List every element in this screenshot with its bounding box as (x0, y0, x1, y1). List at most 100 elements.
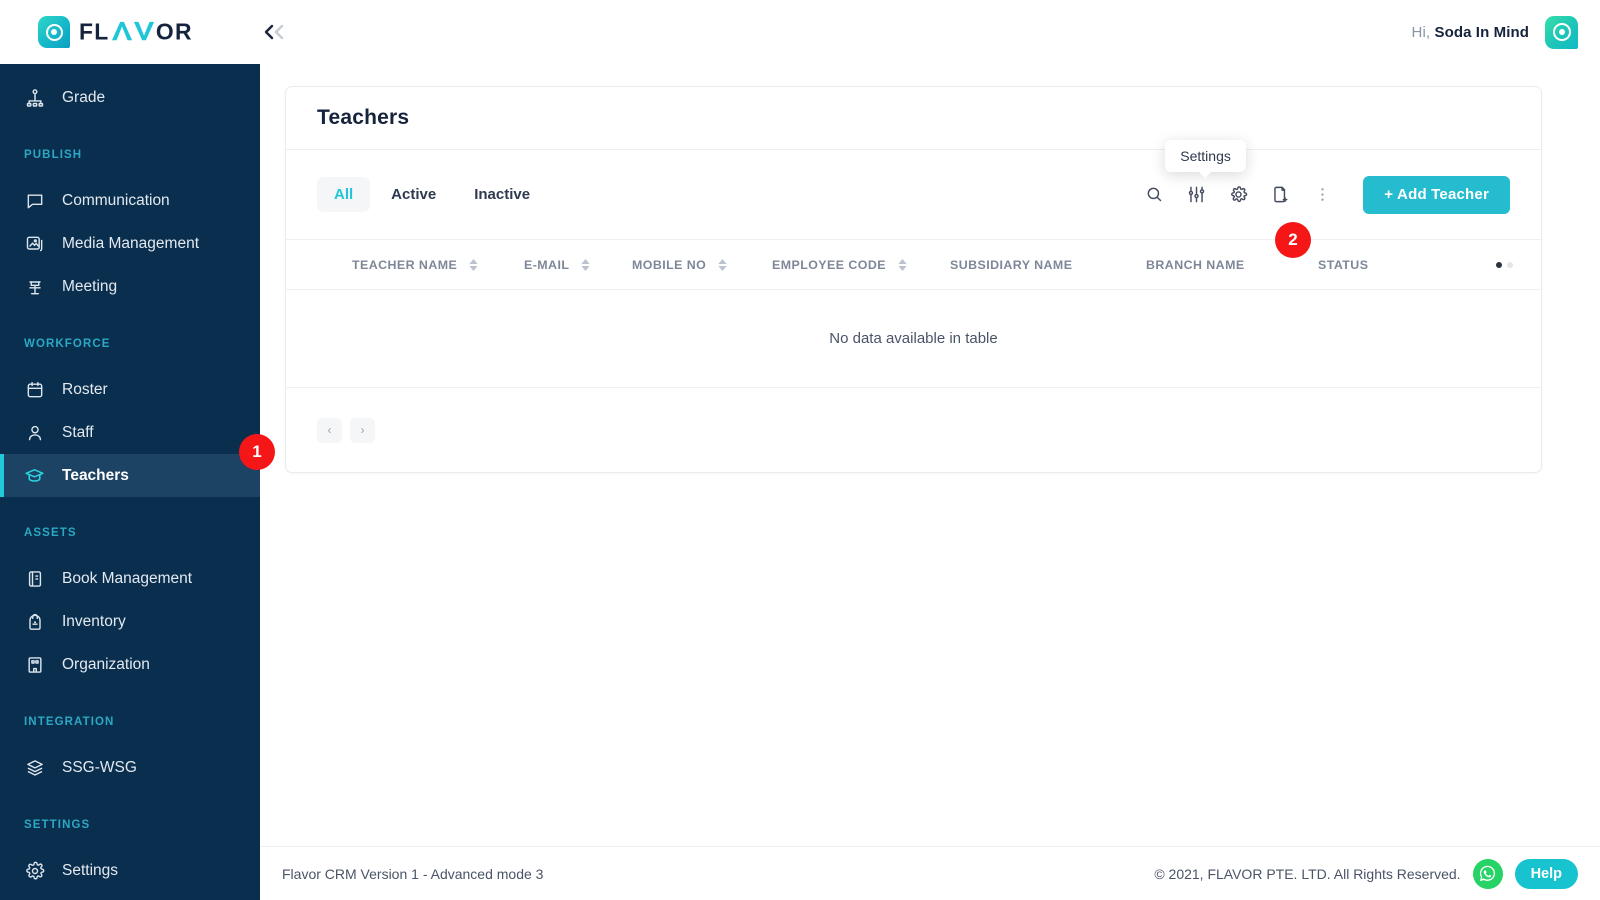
column-label: SUBSIDIARY NAME (950, 257, 1073, 272)
sort-toggle-icon[interactable] (469, 258, 478, 271)
user-icon (24, 422, 45, 443)
search-icon[interactable] (1143, 184, 1165, 206)
sort-toggle-icon[interactable] (581, 258, 591, 271)
sidebar-item-label: Media Management (62, 234, 199, 252)
main-content: Teachers All Active Inactive Settings + … (260, 64, 1600, 900)
settings-tooltip: Settings (1165, 139, 1246, 178)
sidebar-item-label: Settings (62, 861, 119, 879)
empty-state-message: No data available in table (286, 289, 1541, 388)
status-filter-tabs: All Active Inactive (317, 177, 547, 212)
sidebar-item-roster[interactable]: Roster (0, 368, 260, 411)
pagination-next-button[interactable]: › (350, 417, 375, 443)
whatsapp-icon[interactable] (1472, 858, 1503, 889)
flavor-wordmark: FL OR (79, 19, 193, 44)
sidebar-item-label: Roster (62, 380, 108, 398)
top-bar: FL OR Hi, Soda In Mind (0, 0, 1600, 64)
sidebar-section-workforce: WORKFORCE (24, 338, 111, 350)
sidebar-section-integration: INTEGRATION (24, 716, 115, 728)
sidebar-section-assets: ASSETS (24, 527, 77, 539)
column-label: E-MAIL (524, 257, 570, 272)
sidebar-item-grade[interactable]: Grade (0, 76, 260, 119)
more-vertical-icon[interactable] (1311, 184, 1333, 206)
layers-icon (24, 757, 45, 778)
sidebar-item-staff[interactable]: Staff (0, 411, 260, 454)
sidebar-item-teachers[interactable]: Teachers (0, 454, 260, 497)
filter-sliders-icon[interactable] (1185, 184, 1207, 206)
version-text: Flavor CRM Version 1 - Advanced mode 3 (282, 865, 544, 882)
document-add-icon[interactable] (1269, 184, 1291, 206)
page-dot-active[interactable] (1496, 261, 1502, 268)
sidebar-item-label: Book Management (62, 569, 193, 587)
sidebar-item-book-management[interactable]: Book Management (0, 557, 260, 600)
sidebar-item-media-management[interactable]: Media Management (0, 222, 260, 265)
column-label: MOBILE NO (632, 257, 707, 272)
col-subsidiary-name[interactable]: SUBSIDIARY NAME (950, 240, 1146, 290)
sidebar-section-settings: SETTINGS (24, 819, 91, 831)
book-icon (24, 568, 45, 589)
column-label: BRANCH NAME (1146, 257, 1245, 272)
sidebar-item-label: Teachers (62, 466, 129, 484)
sidebar-item-ssg-wsg[interactable]: SSG-WSG (0, 746, 260, 789)
step-badge-1: 1 (239, 434, 275, 470)
grade-hierarchy-icon (24, 87, 45, 108)
teachers-table: TEACHER NAME E-MAIL MOBILE NO EMPLOYEE C… (286, 239, 1541, 388)
building-icon (24, 654, 45, 675)
table-body: No data available in table (286, 289, 1541, 388)
svg-text:OR: OR (156, 19, 193, 44)
graduation-cap-icon (24, 465, 45, 486)
tab-active[interactable]: Active (374, 177, 453, 212)
col-email[interactable]: E-MAIL (524, 240, 632, 290)
flavor-logo[interactable]: FL OR (38, 16, 242, 48)
empty-state-row: No data available in table (286, 289, 1541, 388)
sidebar-item-label: Organization (62, 655, 150, 673)
sidebar-item-organization[interactable]: Organization (0, 643, 260, 686)
sidebar-item-label: Meeting (62, 277, 118, 295)
help-button[interactable]: Help (1514, 858, 1578, 889)
greeting: Hi, Soda In Mind (1412, 24, 1529, 41)
column-label: STATUS (1318, 257, 1369, 272)
card-toolbar: All Active Inactive Settings + Add Teach… (286, 139, 1541, 239)
svg-text:FL: FL (79, 19, 110, 44)
sidebar-item-settings[interactable]: Settings (0, 849, 260, 892)
podium-icon (24, 276, 45, 297)
flavor-logo-mark-icon (38, 16, 70, 48)
select-all-header (286, 240, 352, 290)
sidebar-item-communication[interactable]: Communication (0, 179, 260, 222)
user-name: Soda In Mind (1434, 23, 1529, 41)
sidebar-item-label: SSG-WSG (62, 758, 137, 776)
sidebar: Grade PUBLISH Communication Media Manage… (0, 64, 260, 900)
tab-all[interactable]: All (317, 177, 371, 212)
page-dot-inactive[interactable] (1507, 261, 1513, 268)
col-status[interactable]: STATUS (1318, 240, 1448, 290)
sort-toggle-icon[interactable] (718, 258, 727, 271)
chat-bubble-icon (24, 190, 45, 211)
pagination: ‹ › (286, 388, 1541, 472)
sidebar-item-meeting[interactable]: Meeting (0, 265, 260, 308)
brand-area: FL OR (38, 16, 288, 48)
gear-icon (24, 860, 45, 881)
image-stack-icon (24, 233, 45, 254)
sidebar-item-label: Communication (62, 191, 170, 209)
copyright-text: © 2021, FLAVOR PTE. LTD. All Rights Rese… (1154, 865, 1461, 882)
col-employee-code[interactable]: EMPLOYEE CODE (772, 240, 950, 290)
column-label: EMPLOYEE CODE (772, 257, 886, 272)
app-root: FL OR Hi, Soda In Mind Grade PUBLISH Com… (0, 0, 1600, 900)
sort-toggle-icon[interactable] (898, 258, 907, 271)
teachers-card: Teachers All Active Inactive Settings + … (285, 86, 1542, 473)
add-teacher-button[interactable]: + Add Teacher (1363, 175, 1510, 214)
sidebar-item-inventory[interactable]: Inventory (0, 600, 260, 643)
calendar-icon (24, 379, 45, 400)
toolbar-actions: Settings + Add Teacher (1143, 139, 1510, 214)
table-header: TEACHER NAME E-MAIL MOBILE NO EMPLOYEE C… (286, 239, 1541, 290)
avatar[interactable] (1545, 15, 1578, 49)
user-area[interactable]: Hi, Soda In Mind (1412, 15, 1578, 49)
gear-icon[interactable] (1227, 184, 1249, 206)
col-teacher-name[interactable]: TEACHER NAME (352, 240, 524, 290)
sidebar-item-label: Inventory (62, 612, 126, 630)
footer-bar: Flavor CRM Version 1 - Advanced mode 3 ©… (260, 846, 1600, 900)
tab-inactive[interactable]: Inactive (457, 177, 547, 212)
col-mobile-no[interactable]: MOBILE NO (632, 240, 772, 290)
column-label: TEACHER NAME (352, 257, 458, 272)
double-chevron-left-icon[interactable] (262, 23, 288, 41)
pagination-prev-button[interactable]: ‹ (317, 417, 342, 443)
